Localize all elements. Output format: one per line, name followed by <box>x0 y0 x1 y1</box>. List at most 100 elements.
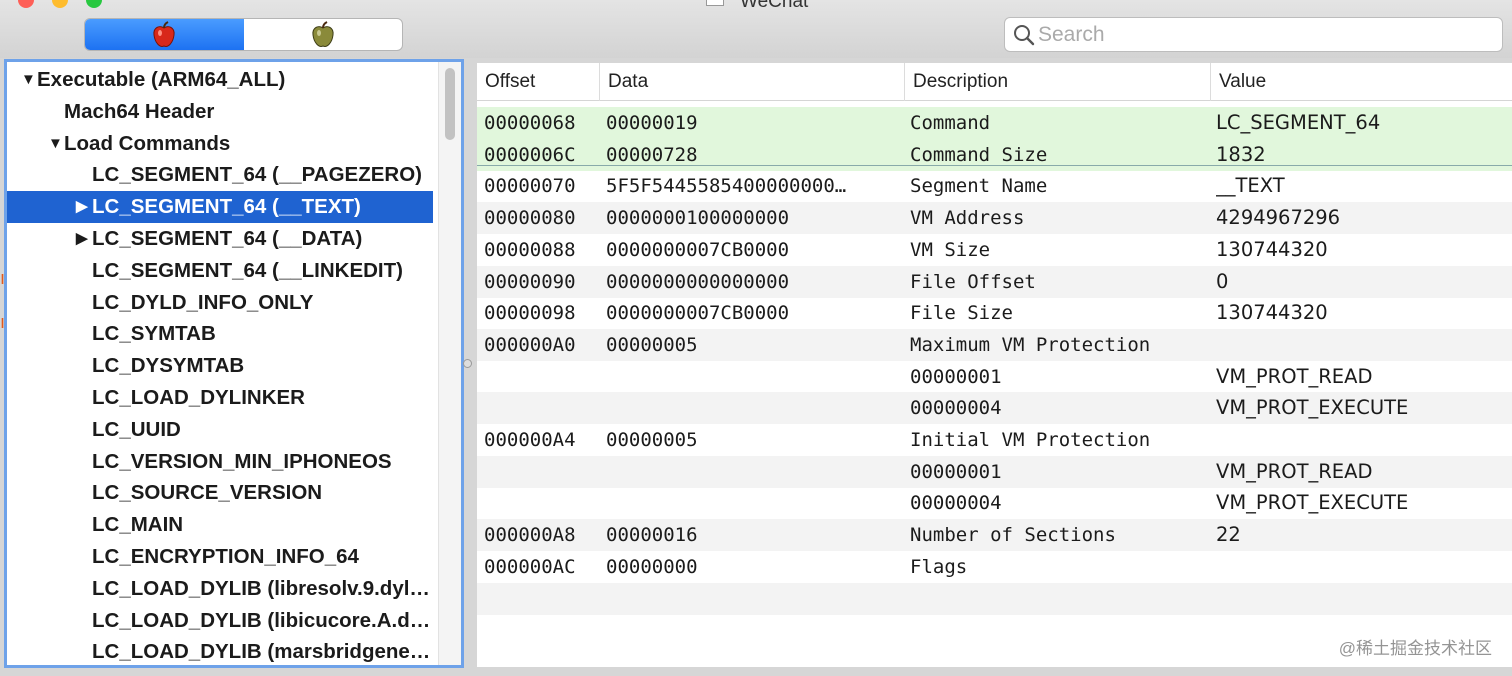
cell-value: LC_SEGMENT_64 <box>1216 111 1381 134</box>
disclosure-collapsed-icon[interactable]: ▶ <box>76 223 88 255</box>
cell-offset: 00000068 <box>484 112 576 134</box>
search-field[interactable] <box>1004 17 1503 52</box>
cell-data: 00000016 <box>606 524 698 547</box>
outline-item-label: Executable (ARM64_ALL) <box>37 68 286 91</box>
column-header-value[interactable]: Value <box>1210 63 1512 101</box>
outline-item-label: LC_SEGMENT_64 (__DATA) <box>92 227 363 250</box>
outline-item[interactable]: LC_DYSYMTAB <box>7 350 433 382</box>
minimize-window-button[interactable] <box>52 0 68 8</box>
cell-offset: 000000AC <box>484 555 576 578</box>
window-title: WeChat <box>740 0 809 12</box>
cell-description: VM Size <box>910 238 991 261</box>
table-row[interactable]: 00000001 VM_PROT_READ <box>477 455 1512 488</box>
cell-description: Number of Sections <box>910 524 1116 547</box>
cell-description <box>910 614 1210 646</box>
outline-item[interactable]: LC_ENCRYPTION_INFO_64 <box>7 541 433 573</box>
search-input[interactable] <box>1038 22 1478 47</box>
cell-value <box>1216 424 1506 456</box>
cell-value: 130744320 <box>1216 237 1328 261</box>
table-header: Offset Data Description Value <box>477 63 1512 101</box>
zoom-window-button[interactable] <box>86 0 102 8</box>
table-row[interactable]: 000000A4 00000005 Initial VM Protection <box>477 424 1512 456</box>
cell-data: 00000019 <box>606 112 698 134</box>
cell-offset: 000000A0 <box>484 333 576 356</box>
window-toolbar: WeChat <box>0 0 1512 58</box>
disclosure-expanded-icon[interactable]: ▼ <box>48 128 63 160</box>
cell-data <box>606 392 898 424</box>
outline-item[interactable]: LC_MAIN <box>7 509 433 541</box>
disclosure-collapsed-icon[interactable]: ▶ <box>76 191 88 223</box>
outline-item[interactable]: LC_LOAD_DYLIB (libicucore.A.d… <box>7 605 433 637</box>
outline-item[interactable]: LC_DYLD_INFO_ONLY <box>7 287 433 319</box>
red-apple-view-button[interactable] <box>85 19 244 50</box>
column-header-description[interactable]: Description <box>904 63 1210 101</box>
outline-item-label: LC_SOURCE_VERSION <box>92 481 323 505</box>
outline-item[interactable]: LC_LOAD_DYLIB (marsbridgene… <box>7 636 433 665</box>
cell-data <box>606 614 898 646</box>
outline-item-label: LC_UUID <box>92 417 181 441</box>
outline-item-label: LC_VERSION_MIN_IPHONEOS <box>92 449 392 473</box>
outline-scrollbar-thumb[interactable] <box>445 68 455 140</box>
cell-description: File Size <box>910 302 1013 325</box>
outline-item-label: LC_SEGMENT_64 (__LINKEDIT) <box>92 258 403 282</box>
outline-item[interactable]: LC_LOAD_DYLIB (libresolv.9.dyl… <box>7 573 433 605</box>
outline-item[interactable]: LC_SOURCE_VERSION <box>7 477 433 509</box>
table-row[interactable]: 00000088 0000000007CB0000 VM Size 130744320 <box>477 234 1512 266</box>
outline-item-label: LC_MAIN <box>92 513 184 537</box>
cell-data: 0000000007CB0000 <box>606 238 790 261</box>
cell-data <box>606 487 898 519</box>
table-row[interactable]: 000000A0 00000005 Maximum VM Protection <box>477 328 1512 361</box>
cell-value: 130744320 <box>1216 301 1328 325</box>
table-row[interactable]: 00000080 0000000100000000 VM Address 429496… <box>477 202 1512 235</box>
table-row[interactable]: 00000004 VM_PROT_EXECUTE <box>477 487 1512 519</box>
outline-item[interactable]: ▶ LC_SEGMENT_64 (__DATA) <box>7 223 433 255</box>
cell-description: 00000004 <box>910 492 1002 515</box>
cell-offset <box>484 392 594 424</box>
outline-item[interactable]: ▼ Load Commands <box>7 128 433 160</box>
cell-value: VM_PROT_READ <box>1216 364 1373 388</box>
table-row[interactable]: 00000068 00000019 Command LC_SEGMENT_64 <box>477 107 1512 139</box>
cell-description: Flags <box>910 555 968 578</box>
pane-splitter-handle[interactable] <box>463 359 472 368</box>
cell-data: 0000000007CB0000 <box>606 302 790 325</box>
outline-item-label: Mach64 Header <box>64 99 215 123</box>
table-row[interactable]: 000000AC 00000000 Flags <box>477 551 1512 583</box>
table-row[interactable]: 000000A8 00000016 Number of Sections 22 <box>477 519 1512 552</box>
outline-item[interactable]: LC_SEGMENT_64 (__LINKEDIT) <box>7 255 433 287</box>
outline-scrollbar[interactable] <box>438 62 461 665</box>
cell-description <box>910 583 1210 615</box>
green-apple-view-button[interactable] <box>244 19 403 50</box>
table-row[interactable]: 00000001 VM_PROT_READ <box>477 361 1512 393</box>
cell-description: Maximum VM Protection <box>910 333 1151 356</box>
table-row[interactable]: 00000070 5F5F5445585400000000… Segment Nam… <box>477 170 1512 202</box>
outline-item[interactable]: LC_LOAD_DYLINKER <box>7 382 433 414</box>
outline-item[interactable]: ▶ LC_SEGMENT_64 (__TEXT) <box>7 191 433 224</box>
table-row[interactable]: 00000004 VM_PROT_EXECUTE <box>477 392 1512 425</box>
column-header-data[interactable]: Data <box>599 63 904 101</box>
outline-item[interactable]: LC_UUID <box>7 414 433 446</box>
outline-item[interactable]: LC_SYMTAB <box>7 318 433 350</box>
disclosure-expanded-icon[interactable]: ▼ <box>21 64 36 96</box>
cell-offset: 00000098 <box>484 302 576 325</box>
cell-value: VM_PROT_EXECUTE <box>1216 396 1409 420</box>
cell-data <box>606 583 898 615</box>
outline-item[interactable]: LC_SEGMENT_64 (__PAGEZERO) <box>7 159 433 191</box>
highlight-separator <box>477 165 1512 166</box>
outline-item-label: LC_ENCRYPTION_INFO_64 <box>92 545 359 568</box>
column-header-offset[interactable]: Offset <box>477 63 599 101</box>
cell-data: 0000000100000000 <box>606 207 790 230</box>
cell-value <box>1216 551 1506 583</box>
outline-item[interactable]: Mach64 Header <box>7 96 433 128</box>
outline-item[interactable]: ▼ Executable (ARM64_ALL) <box>7 64 433 96</box>
cell-description: 00000001 <box>910 365 1002 388</box>
document-icon <box>706 0 724 6</box>
table-row[interactable]: 00000090 0000000000000000 File Offset 0 <box>477 265 1512 298</box>
close-window-button[interactable] <box>18 0 34 8</box>
outline-item-label: LC_LOAD_DYLIB (libicucore.A.d… <box>92 608 431 632</box>
cell-data <box>606 361 898 393</box>
table-row[interactable]: 00000098 0000000007CB0000 File Size 1307443… <box>477 297 1512 329</box>
table-row[interactable] <box>477 582 1512 615</box>
outline-item[interactable]: LC_VERSION_MIN_IPHONEOS <box>7 446 433 478</box>
cell-description: File Offset <box>910 270 1036 293</box>
cell-offset <box>484 614 594 646</box>
